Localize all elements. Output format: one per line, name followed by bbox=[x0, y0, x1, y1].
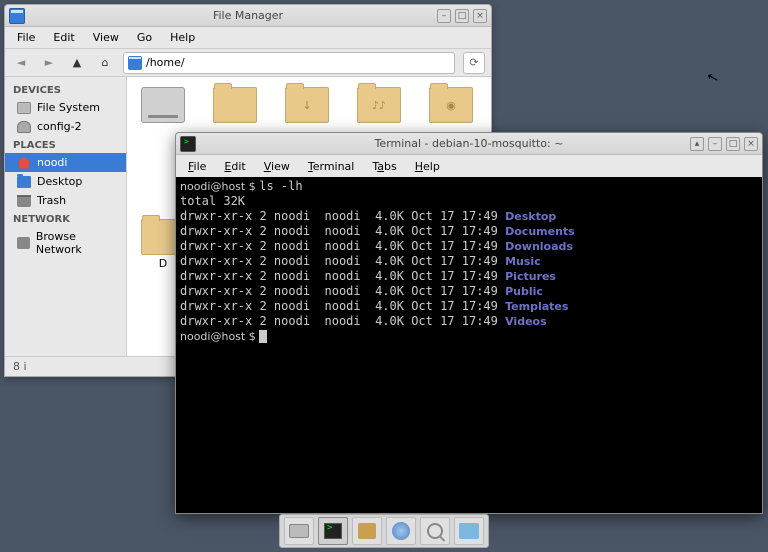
term-maximize-button[interactable]: □ bbox=[726, 137, 740, 151]
folder-icon bbox=[213, 87, 257, 123]
term-menu-tabs[interactable]: Tabs bbox=[364, 158, 404, 175]
term-menu-terminal[interactable]: Terminal bbox=[300, 158, 363, 175]
taskbar bbox=[279, 514, 489, 548]
sidebar-item-noodi[interactable]: noodi bbox=[5, 153, 126, 172]
sidebar-item-filesystem[interactable]: File System bbox=[5, 98, 126, 117]
fm-menu-view[interactable]: View bbox=[85, 29, 127, 46]
term-close-button[interactable]: × bbox=[744, 137, 758, 151]
fm-menu-edit[interactable]: Edit bbox=[45, 29, 82, 46]
drive-icon bbox=[141, 87, 185, 123]
terminal-content[interactable]: noodi@host $ ls -lh total 32K drwxr-xr-x… bbox=[176, 177, 762, 513]
home-button[interactable]: ⌂ bbox=[95, 53, 115, 73]
files-icon bbox=[358, 523, 376, 539]
mouse-cursor-icon: ↖ bbox=[705, 69, 720, 87]
sidebar-item-config2[interactable]: config-2 bbox=[5, 117, 126, 136]
home-icon bbox=[17, 157, 31, 169]
item-folder-pictures[interactable]: ◉ bbox=[425, 87, 477, 123]
fm-close-button[interactable]: × bbox=[473, 9, 487, 23]
terminal-window: Terminal - debian-10-mosquitto: ~ ▴ – □ … bbox=[175, 132, 763, 514]
drive-icon bbox=[17, 102, 31, 114]
fm-menubar: File Edit View Go Help bbox=[5, 27, 491, 49]
sidebar-item-desktop[interactable]: Desktop bbox=[5, 172, 126, 191]
folder-music-icon: ♪♪ bbox=[357, 87, 401, 123]
term-menu-view[interactable]: View bbox=[256, 158, 298, 175]
folder-pictures-icon: ◉ bbox=[429, 87, 473, 123]
item-folder-plain[interactable] bbox=[209, 87, 261, 123]
trash-icon bbox=[17, 195, 31, 207]
sidebar-heading-devices: DEVICES bbox=[5, 81, 126, 98]
terminal-icon bbox=[324, 523, 342, 539]
item-filesystem[interactable] bbox=[137, 87, 189, 123]
back-button[interactable]: ◄ bbox=[11, 53, 31, 73]
term-minimize-button[interactable]: – bbox=[708, 137, 722, 151]
folder-downloads-icon: ↓ bbox=[285, 87, 329, 123]
fm-menu-file[interactable]: File bbox=[9, 29, 43, 46]
folder-icon bbox=[459, 523, 479, 539]
taskbar-item-search[interactable] bbox=[420, 517, 450, 545]
taskbar-item-folder[interactable] bbox=[454, 517, 484, 545]
term-menu-file[interactable]: File bbox=[180, 158, 214, 175]
taskbar-item-drive[interactable] bbox=[284, 517, 314, 545]
item-folder-downloads[interactable]: ↓ bbox=[281, 87, 333, 123]
term-title: Terminal - debian-10-mosquitto: ~ bbox=[375, 137, 564, 150]
fm-menu-go[interactable]: Go bbox=[129, 29, 160, 46]
globe-icon bbox=[392, 522, 410, 540]
term-menubar: File Edit View Terminal Tabs Help bbox=[176, 155, 762, 177]
fm-title: File Manager bbox=[213, 9, 283, 22]
fm-minimize-button[interactable]: – bbox=[437, 9, 451, 23]
terminal-app-icon bbox=[180, 136, 196, 152]
term-titlebar[interactable]: Terminal - debian-10-mosquitto: ~ ▴ – □ … bbox=[176, 133, 762, 155]
fm-menu-help[interactable]: Help bbox=[162, 29, 203, 46]
fm-toolbar: ◄ ► ▲ ⌂ /home/ ⟳ bbox=[5, 49, 491, 77]
disk-icon bbox=[17, 121, 31, 133]
search-icon bbox=[427, 523, 443, 539]
fm-app-icon bbox=[9, 8, 25, 24]
sidebar-item-trash[interactable]: Trash bbox=[5, 191, 126, 210]
sidebar-heading-network: NETWORK bbox=[5, 210, 126, 227]
sidebar-item-browse-network[interactable]: Browse Network bbox=[5, 227, 126, 259]
refresh-button[interactable]: ⟳ bbox=[463, 52, 485, 74]
term-menu-help[interactable]: Help bbox=[407, 158, 448, 175]
drive-icon bbox=[289, 524, 309, 538]
fm-sidebar: DEVICES File System config-2 PLACES nood… bbox=[5, 77, 127, 356]
location-bar[interactable]: /home/ bbox=[123, 52, 455, 74]
fm-titlebar[interactable]: File Manager – □ × bbox=[5, 5, 491, 27]
folder-icon bbox=[17, 176, 31, 188]
location-path: /home/ bbox=[146, 56, 185, 69]
up-button[interactable]: ▲ bbox=[67, 53, 87, 73]
network-icon bbox=[17, 237, 30, 249]
term-menu-edit[interactable]: Edit bbox=[216, 158, 253, 175]
item-folder-music[interactable]: ♪♪ bbox=[353, 87, 405, 123]
taskbar-item-terminal[interactable] bbox=[318, 517, 348, 545]
sidebar-heading-places: PLACES bbox=[5, 136, 126, 153]
item-label: D bbox=[159, 257, 167, 270]
forward-button[interactable]: ► bbox=[39, 53, 59, 73]
taskbar-item-files[interactable] bbox=[352, 517, 382, 545]
location-folder-icon bbox=[128, 56, 142, 70]
taskbar-item-browser[interactable] bbox=[386, 517, 416, 545]
fm-maximize-button[interactable]: □ bbox=[455, 9, 469, 23]
term-rollup-button[interactable]: ▴ bbox=[690, 137, 704, 151]
